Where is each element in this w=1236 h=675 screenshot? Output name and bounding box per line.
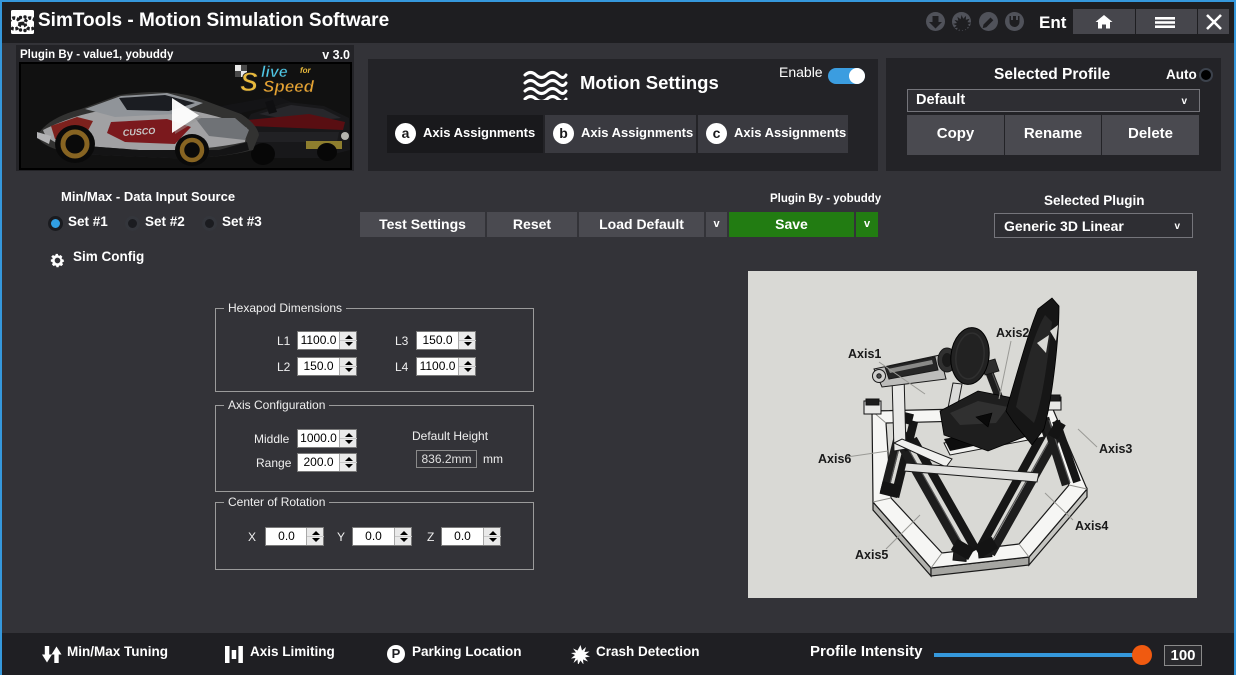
svg-text:Axis3: Axis3 bbox=[1099, 442, 1132, 456]
svg-text:Axis4: Axis4 bbox=[1075, 519, 1108, 533]
svg-text:Axis6: Axis6 bbox=[818, 452, 851, 466]
svg-text:Axis1: Axis1 bbox=[848, 347, 881, 361]
svg-text:Axis5: Axis5 bbox=[855, 548, 888, 562]
svg-text:Speed: Speed bbox=[263, 77, 315, 96]
svg-text:Axis2: Axis2 bbox=[996, 326, 1029, 340]
svg-text:for: for bbox=[300, 66, 312, 75]
svg-text:S: S bbox=[240, 67, 258, 97]
